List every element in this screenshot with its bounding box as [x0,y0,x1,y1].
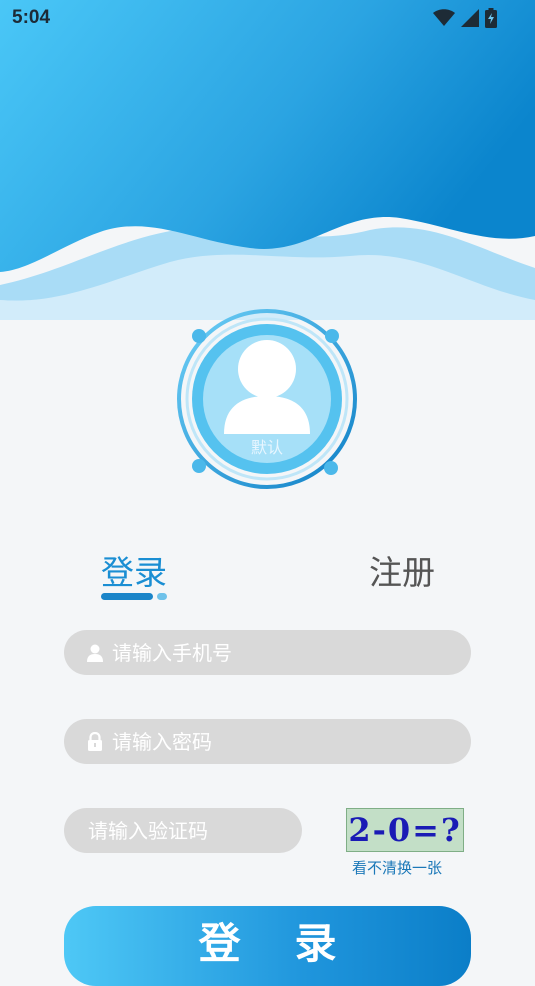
active-tab-indicator [101,593,167,601]
captcha-image[interactable]: 2-0=? [346,808,464,852]
captcha-refresh-link[interactable]: 看不清换一张 [352,857,442,878]
password-input[interactable] [112,729,412,754]
tab-register[interactable]: 注册 [369,546,435,594]
tab-login[interactable]: 登录 [101,546,167,594]
avatar[interactable]: 默认 [172,306,362,496]
login-button[interactable]: 登录 [64,906,471,986]
phone-field[interactable] [64,630,471,675]
status-time: 5:04 [12,7,51,28]
header-banner [0,0,535,320]
user-icon [87,643,103,663]
lock-icon [87,732,103,752]
battery-charging-icon [485,8,497,28]
captcha-input[interactable] [88,818,288,843]
status-bar: 5:04 [0,0,535,36]
avatar-label: 默认 [250,438,283,457]
password-field[interactable] [64,719,471,764]
captcha-field[interactable] [64,808,302,853]
phone-input[interactable] [112,640,412,665]
cellular-signal-icon [461,9,479,27]
wifi-icon [433,9,455,26]
